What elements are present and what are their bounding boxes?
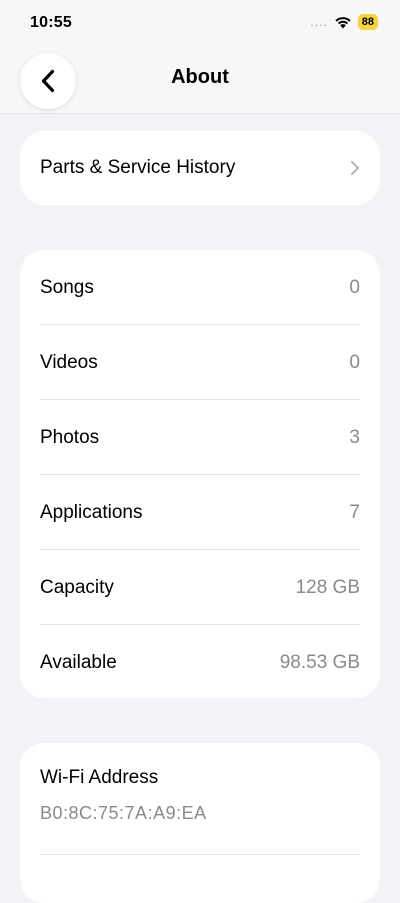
- stat-value: 0: [349, 351, 360, 373]
- page-title: About: [171, 66, 229, 88]
- stat-label: Photos: [40, 426, 100, 448]
- device-stats-card: Songs 0 Videos 0 Photos 3 Applications 7…: [20, 250, 380, 698]
- chevron-right-icon: [350, 160, 360, 176]
- stat-label: Videos: [40, 351, 98, 373]
- navigation-bar: About: [0, 48, 400, 114]
- stat-label: Capacity: [40, 576, 114, 598]
- stat-row-songs: Songs 0: [20, 250, 380, 325]
- stat-row-videos: Videos 0: [20, 325, 380, 400]
- wifi-address-label: Wi-Fi Address: [40, 767, 159, 788]
- cellular-signal-icon: ....: [310, 15, 328, 29]
- wifi-address-value: B0:8C:75:7A:A9:EA: [40, 803, 207, 823]
- stat-label: Songs: [40, 276, 94, 298]
- stat-value: 3: [349, 426, 360, 448]
- wifi-icon: [335, 17, 351, 29]
- status-time: 10:55: [30, 14, 72, 31]
- stat-row-applications: Applications 7: [20, 475, 380, 550]
- stat-value: 0: [349, 276, 360, 298]
- stat-row-available: Available 98.53 GB: [20, 625, 380, 700]
- stat-row-capacity: Capacity 128 GB: [20, 550, 380, 625]
- stat-value: 7: [349, 501, 360, 523]
- stat-row-photos: Photos 3: [20, 400, 380, 475]
- stat-value: 128 GB: [295, 576, 360, 598]
- status-indicators: .... 88: [310, 14, 378, 30]
- stat-value: 98.53 GB: [279, 651, 360, 673]
- stat-label: Available: [40, 651, 117, 673]
- status-bar: 10:55 .... 88: [0, 0, 400, 48]
- stat-label: Applications: [40, 501, 143, 523]
- network-info-card: Wi-Fi Address B0:8C:75:7A:A9:EA: [20, 743, 380, 903]
- wifi-address-row: Wi-Fi Address B0:8C:75:7A:A9:EA: [20, 743, 380, 855]
- parts-service-history-label: Parts & Service History: [40, 157, 236, 178]
- parts-service-card: Parts & Service History: [20, 131, 380, 205]
- battery-icon: 88: [357, 14, 378, 30]
- parts-service-history-row[interactable]: Parts & Service History: [20, 131, 380, 205]
